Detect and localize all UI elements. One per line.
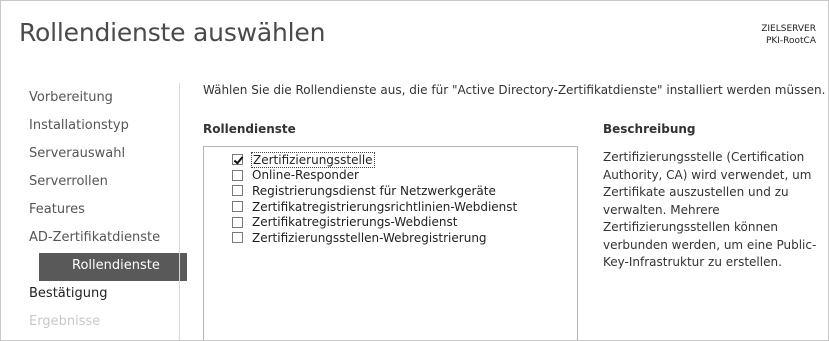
role-row-web-enrollment[interactable]: Zertifizierungsstellen-Webregistrierung — [204, 230, 577, 246]
target-server-info: ZIELSERVER PKI-RootCA — [761, 23, 816, 47]
description-text: Zertifizierungsstelle (Certification Aut… — [603, 150, 817, 269]
nav-item-ergebnisse: Ergebnisse — [29, 314, 101, 329]
intro-text: Wählen Sie die Rollendienste aus, die fü… — [203, 83, 826, 97]
checkbox[interactable] — [232, 201, 243, 213]
role-row-online-responder[interactable]: Online-Responder — [204, 168, 577, 184]
nav-divider — [179, 83, 180, 340]
role-label: Online-Responder — [252, 168, 359, 183]
role-label: Zertifikatregistrierungs-Webdienst — [252, 215, 458, 230]
wizard-nav: Vorbereitung Installationstyp Serverausw… — [29, 85, 187, 337]
nav-item-serverrollen[interactable]: Serverrollen — [29, 169, 179, 197]
role-row-cep[interactable]: Zertifikatregistrierungsrichtlinien-Webd… — [204, 199, 577, 215]
checkbox[interactable] — [232, 216, 243, 228]
role-label: Registrierungsdienst für Netzwerkgeräte — [252, 183, 496, 198]
target-server-name: PKI-RootCA — [765, 36, 816, 46]
wizard-window: Rollendienste auswählen ZIELSERVER PKI-R… — [0, 0, 829, 341]
checkbox[interactable] — [232, 232, 243, 244]
description-heading: Beschreibung — [603, 122, 696, 136]
role-label: Zertifizierungsstelle — [251, 151, 375, 168]
nav-item-features[interactable]: Features — [29, 197, 179, 225]
nav-item-bestaetigung[interactable]: Bestätigung — [29, 281, 179, 309]
role-row-ces[interactable]: Zertifikatregistrierungs-Webdienst — [204, 214, 577, 230]
nav-item-ad-zertifikatdienste[interactable]: AD-Zertifikatdienste — [29, 225, 179, 253]
checkbox[interactable] — [232, 169, 243, 181]
role-row-zertifizierungsstelle[interactable]: Zertifizierungsstelle — [204, 151, 577, 168]
nav-item-installationstyp[interactable]: Installationstyp — [29, 113, 179, 141]
nav-item-serverauswahl[interactable]: Serverauswahl — [29, 141, 179, 169]
page-title: Rollendienste auswählen — [19, 18, 326, 47]
checkbox-checked[interactable] — [232, 154, 243, 166]
role-row-ndes[interactable]: Registrierungsdienst für Netzwerkgeräte — [204, 183, 577, 199]
target-server-label: ZIELSERVER — [761, 24, 816, 34]
role-label: Zertifizierungsstellen-Webregistrierung — [252, 230, 487, 245]
role-services-list[interactable]: Zertifizierungsstelle Online-Responder R… — [203, 146, 578, 340]
nav-item-rollendienste[interactable]: Rollendienste — [39, 253, 187, 281]
role-label: Zertifikatregistrierungsrichtlinien-Webd… — [252, 199, 518, 214]
nav-item-vorbereitung[interactable]: Vorbereitung — [29, 85, 179, 113]
roles-heading: Rollendienste — [203, 122, 296, 136]
checkbox[interactable] — [232, 185, 243, 197]
